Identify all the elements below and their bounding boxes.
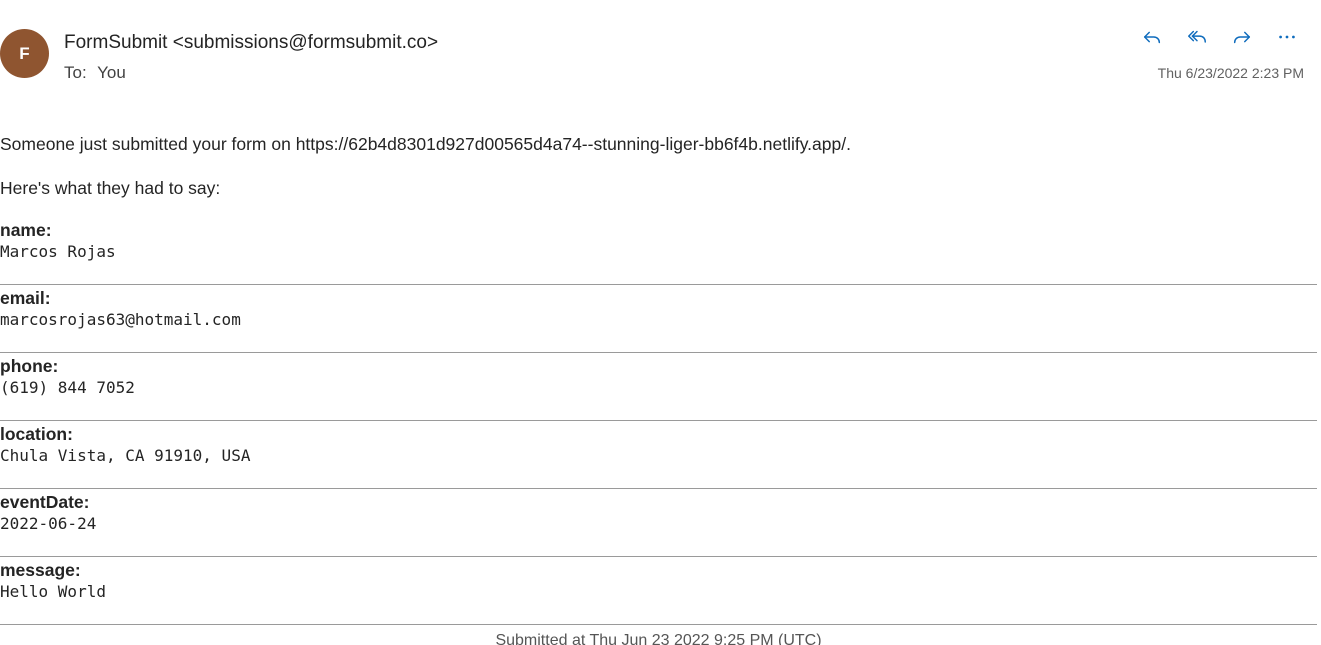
intro-subtext: Here's what they had to say: bbox=[0, 178, 221, 198]
avatar-initial: F bbox=[19, 43, 30, 63]
field-message: message: Hello World bbox=[0, 558, 1317, 625]
field-name: name: Marcos Rojas bbox=[0, 218, 1317, 285]
reply-all-icon bbox=[1186, 26, 1208, 53]
reply-all-button[interactable] bbox=[1180, 24, 1214, 54]
field-label: eventDate: bbox=[0, 492, 90, 512]
reply-icon bbox=[1141, 26, 1163, 53]
field-phone: phone: (619) 844 7052 bbox=[0, 354, 1317, 421]
field-label: phone: bbox=[0, 356, 59, 376]
message-actions bbox=[1135, 24, 1304, 54]
field-value: 2022-06-24 bbox=[0, 514, 97, 533]
field-email: email: marcosrojas63@hotmail.com bbox=[0, 286, 1317, 353]
received-date: Thu 6/23/2022 2:23 PM bbox=[1157, 65, 1304, 81]
field-event-date: eventDate: 2022-06-24 bbox=[0, 490, 1317, 557]
intro-text: Someone just submitted your form on http… bbox=[0, 134, 851, 154]
recipient-line: To: You bbox=[64, 63, 126, 83]
recipient-name[interactable]: You bbox=[97, 63, 126, 82]
forward-icon bbox=[1231, 26, 1253, 53]
to-label: To: bbox=[64, 63, 87, 82]
forward-button[interactable] bbox=[1225, 24, 1259, 54]
field-value: Hello World bbox=[0, 582, 106, 601]
submission-timestamp: Submitted at Thu Jun 23 2022 9:25 PM (UT… bbox=[495, 632, 822, 645]
field-label: location: bbox=[0, 424, 73, 444]
field-label: email: bbox=[0, 288, 51, 308]
field-value: Chula Vista, CA 91910, USA bbox=[0, 446, 251, 465]
more-icon bbox=[1276, 26, 1298, 53]
more-actions-button[interactable] bbox=[1270, 24, 1304, 54]
avatar[interactable]: F bbox=[0, 29, 49, 78]
field-value: (619) 844 7052 bbox=[0, 378, 135, 397]
field-label: message: bbox=[0, 560, 81, 580]
field-label: name: bbox=[0, 220, 52, 240]
field-value: marcosrojas63@hotmail.com bbox=[0, 310, 241, 329]
reply-button[interactable] bbox=[1135, 24, 1169, 54]
email-reading-pane: F FormSubmit <submissions@formsubmit.co>… bbox=[0, 0, 1321, 645]
message-body: Someone just submitted your form on http… bbox=[0, 131, 1317, 626]
submission-fields: name: Marcos Rojas email: marcosrojas63@… bbox=[0, 218, 1317, 625]
field-location: location: Chula Vista, CA 91910, USA bbox=[0, 422, 1317, 489]
field-value: Marcos Rojas bbox=[0, 242, 116, 261]
sender-name[interactable]: FormSubmit <submissions@formsubmit.co> bbox=[64, 32, 438, 54]
